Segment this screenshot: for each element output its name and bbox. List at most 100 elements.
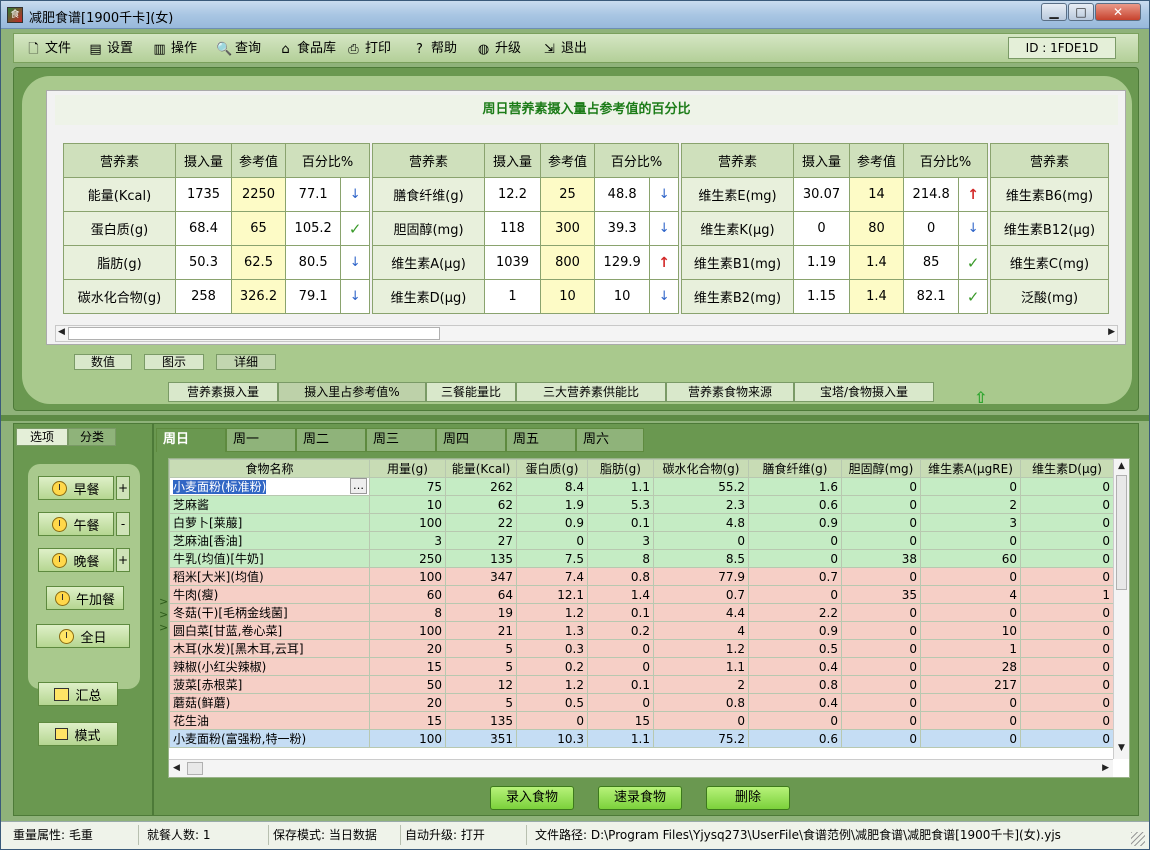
value-cell[interactable]: 8 [369, 603, 446, 622]
food-name-cell[interactable]: 芝麻油[香油] [169, 531, 370, 550]
value-cell[interactable]: 2 [920, 495, 1021, 514]
value-cell[interactable]: 62 [445, 495, 517, 514]
food-name-cell[interactable]: 白萝卜[莱菔] [169, 513, 370, 532]
menu-food-db[interactable]: ⌂ 食品库 [278, 39, 336, 59]
menu-exit[interactable]: ⇲ 退出 [542, 39, 587, 59]
value-cell[interactable]: 351 [445, 729, 517, 748]
value-cell[interactable]: 100 [369, 513, 446, 532]
scroll-thumb[interactable] [187, 762, 203, 775]
table-row[interactable]: 圆白菜[甘蓝,卷心菜] 100 21 1.3 0.2 4 0.9 0 10 0 [169, 621, 1114, 640]
food-name-cell[interactable]: 辣椒(小红尖辣椒) [169, 657, 370, 676]
summary-button[interactable]: 汇总 [38, 682, 118, 706]
value-cell[interactable]: 0 [920, 693, 1021, 712]
value-cell[interactable]: 0 [841, 729, 921, 748]
column-header[interactable]: 能量(Kcal) [445, 459, 517, 478]
value-cell[interactable]: 75 [369, 477, 446, 496]
value-cell[interactable]: 1.6 [748, 477, 842, 496]
value-cell[interactable]: 0.4 [748, 657, 842, 676]
tab-monday[interactable]: 周一 [226, 428, 296, 452]
food-name-cell[interactable]: 小麦面粉(标准粉)… [169, 477, 370, 496]
table-row[interactable]: 蘑菇(鲜蘑) 20 5 0.5 0 0.8 0.4 0 0 0 [169, 693, 1114, 712]
resize-grip[interactable] [1131, 832, 1145, 846]
value-cell[interactable]: 0.9 [748, 621, 842, 640]
value-cell[interactable]: 1.2 [653, 639, 749, 658]
value-cell[interactable]: 0 [748, 549, 842, 568]
food-name-cell[interactable]: 冬菇(干)[毛柄金线菌] [169, 603, 370, 622]
value-cell[interactable]: 0 [1020, 657, 1114, 676]
value-cell[interactable]: 75.2 [653, 729, 749, 748]
value-cell[interactable]: 0.9 [516, 513, 588, 532]
dinner-button[interactable]: 晚餐 [38, 548, 114, 572]
value-cell[interactable]: 2.3 [653, 495, 749, 514]
tab-sunday[interactable]: 周日 [156, 428, 226, 452]
table-row[interactable]: 白萝卜[莱菔] 100 22 0.9 0.1 4.8 0.9 0 3 0 [169, 513, 1114, 532]
value-cell[interactable]: 4.4 [653, 603, 749, 622]
value-cell[interactable]: 0 [841, 531, 921, 550]
value-cell[interactable]: 0.8 [653, 693, 749, 712]
view-tab-chart[interactable]: 图示 [144, 354, 204, 370]
lunch-snack-button[interactable]: 午加餐 [46, 586, 124, 610]
value-cell[interactable]: 0 [653, 531, 749, 550]
value-cell[interactable]: 28 [920, 657, 1021, 676]
value-cell[interactable]: 0.5 [516, 693, 588, 712]
table-row[interactable]: 小麦面粉(富强粉,特一粉) 100 351 10.3 1.1 75.2 0.6 0 0 0 [169, 729, 1114, 748]
value-cell[interactable]: 4 [920, 585, 1021, 604]
column-header[interactable]: 用量(g) [369, 459, 446, 478]
value-cell[interactable]: 1.3 [516, 621, 588, 640]
value-cell[interactable]: 12 [445, 675, 517, 694]
column-header[interactable]: 脂肪(g) [587, 459, 654, 478]
value-cell[interactable]: 0 [841, 639, 921, 658]
breakfast-button[interactable]: 早餐 [38, 476, 114, 500]
food-hscrollbar[interactable]: ◀ ▶ [169, 759, 1113, 777]
value-cell[interactable]: 0 [516, 711, 588, 730]
breakfast-toggle[interactable]: + [116, 476, 130, 500]
value-cell[interactable]: 0.1 [587, 675, 654, 694]
tab-meal-energy[interactable]: 三餐能量比 [426, 382, 516, 402]
food-name-cell[interactable]: 菠菜[赤根菜] [169, 675, 370, 694]
tab-tuesday[interactable]: 周二 [296, 428, 366, 452]
value-cell[interactable]: 8.5 [653, 549, 749, 568]
value-cell[interactable]: 0.2 [516, 657, 588, 676]
value-cell[interactable]: 4.8 [653, 513, 749, 532]
lunch-button[interactable]: 午餐 [38, 512, 114, 536]
value-cell[interactable]: 0 [841, 495, 921, 514]
value-cell[interactable]: 1.1 [587, 477, 654, 496]
scroll-up-icon[interactable]: ▲ [1118, 461, 1125, 471]
value-cell[interactable]: 0 [841, 621, 921, 640]
summary-hscrollbar[interactable]: ◀ ▶ [55, 325, 1118, 342]
value-cell[interactable]: 0 [748, 711, 842, 730]
value-cell[interactable]: 2.2 [748, 603, 842, 622]
menu-print[interactable]: ⎙ 打印 [346, 39, 391, 59]
value-cell[interactable]: 0.8 [587, 567, 654, 586]
lunch-toggle[interactable]: - [116, 512, 130, 536]
value-cell[interactable]: 0 [1020, 567, 1114, 586]
value-cell[interactable]: 100 [369, 621, 446, 640]
scroll-right-icon[interactable]: ▶ [1108, 327, 1115, 337]
value-cell[interactable]: 8 [587, 549, 654, 568]
value-cell[interactable]: 135 [445, 549, 517, 568]
value-cell[interactable]: 217 [920, 675, 1021, 694]
tab-food-source[interactable]: 营养素食物来源 [666, 382, 794, 402]
value-cell[interactable]: 60 [369, 585, 446, 604]
value-cell[interactable]: 100 [369, 567, 446, 586]
value-cell[interactable]: 0 [920, 477, 1021, 496]
value-cell[interactable]: 55.2 [653, 477, 749, 496]
value-cell[interactable]: 64 [445, 585, 517, 604]
table-row[interactable]: 菠菜[赤根菜] 50 12 1.2 0.1 2 0.8 0 217 0 [169, 675, 1114, 694]
value-cell[interactable]: 7.4 [516, 567, 588, 586]
value-cell[interactable]: 0.5 [748, 639, 842, 658]
minimize-button[interactable]: ▁ [1041, 3, 1067, 21]
value-cell[interactable]: 0 [1020, 711, 1114, 730]
table-row[interactable]: 牛肉(瘦) 60 64 12.1 1.4 0.7 0 35 4 1 [169, 585, 1114, 604]
value-cell[interactable]: 60 [920, 549, 1021, 568]
food-name-cell[interactable]: 芝麻酱 [169, 495, 370, 514]
value-cell[interactable]: 0 [1020, 477, 1114, 496]
value-cell[interactable]: 3 [369, 531, 446, 550]
value-cell[interactable]: 20 [369, 639, 446, 658]
mode-button[interactable]: 模式 [38, 722, 118, 746]
value-cell[interactable]: 0.1 [587, 513, 654, 532]
splitter[interactable] [1, 415, 1149, 421]
value-cell[interactable]: 15 [369, 657, 446, 676]
value-cell[interactable]: 0 [1020, 729, 1114, 748]
food-name-cell[interactable]: 稻米[大米](均值) [169, 567, 370, 586]
